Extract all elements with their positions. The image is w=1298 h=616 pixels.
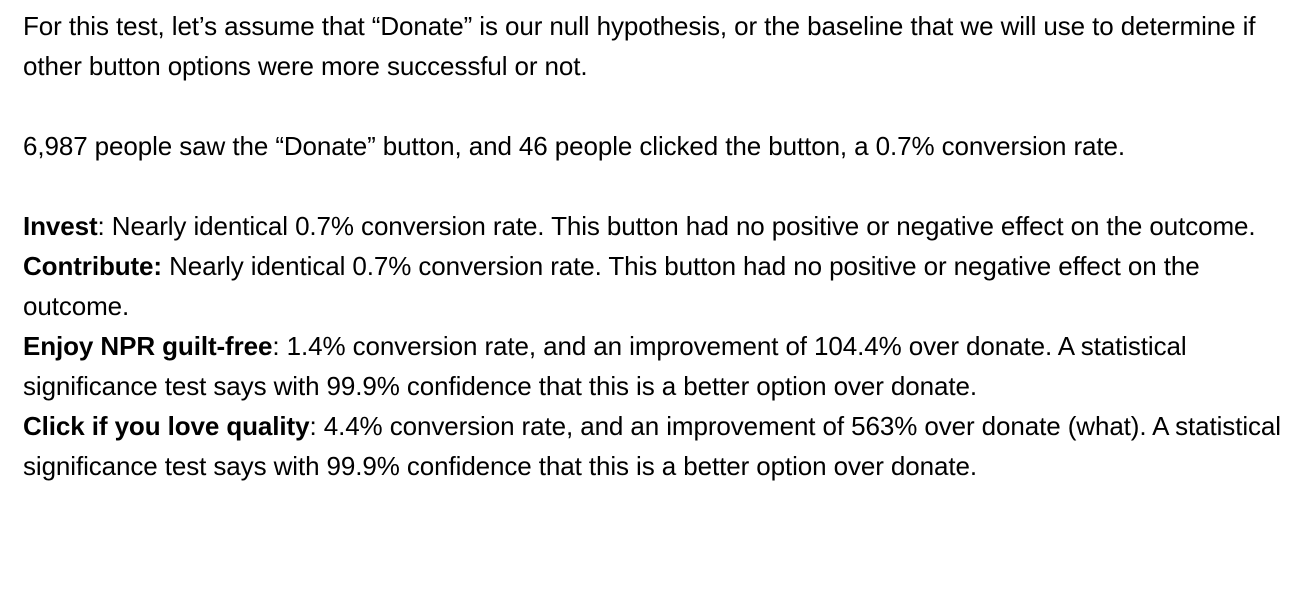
result-contribute: Contribute: Nearly identical 0.7% conver… bbox=[23, 246, 1285, 326]
result-click-if-you-love-quality: Click if you love quality: 4.4% conversi… bbox=[23, 406, 1285, 486]
result-enjoy-npr: Enjoy NPR guilt-free: 1.4% conversion ra… bbox=[23, 326, 1285, 406]
result-description: : Nearly identical 0.7% conversion rate.… bbox=[97, 211, 1256, 241]
result-term: Click if you love quality bbox=[23, 411, 310, 441]
document-body: For this test, let’s assume that “Donate… bbox=[0, 0, 1298, 616]
result-invest: Invest: Nearly identical 0.7% conversion… bbox=[23, 206, 1285, 246]
baseline-paragraph: 6,987 people saw the “Donate” button, an… bbox=[23, 131, 1126, 161]
result-term: Invest bbox=[23, 211, 98, 241]
result-term: Contribute: bbox=[23, 251, 162, 281]
result-term: Enjoy NPR guilt-free bbox=[23, 331, 273, 361]
result-description: Nearly identical 0.7% conversion rate. T… bbox=[23, 251, 1200, 321]
intro-paragraph: For this test, let’s assume that “Donate… bbox=[23, 11, 1256, 81]
